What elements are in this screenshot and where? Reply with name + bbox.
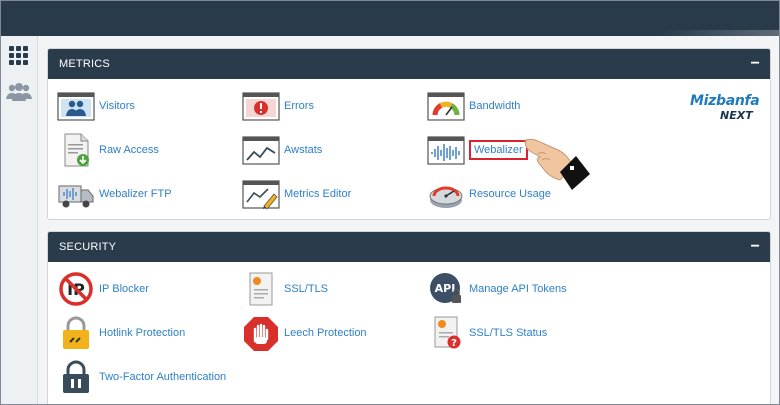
screenshot-frame [0, 0, 780, 405]
